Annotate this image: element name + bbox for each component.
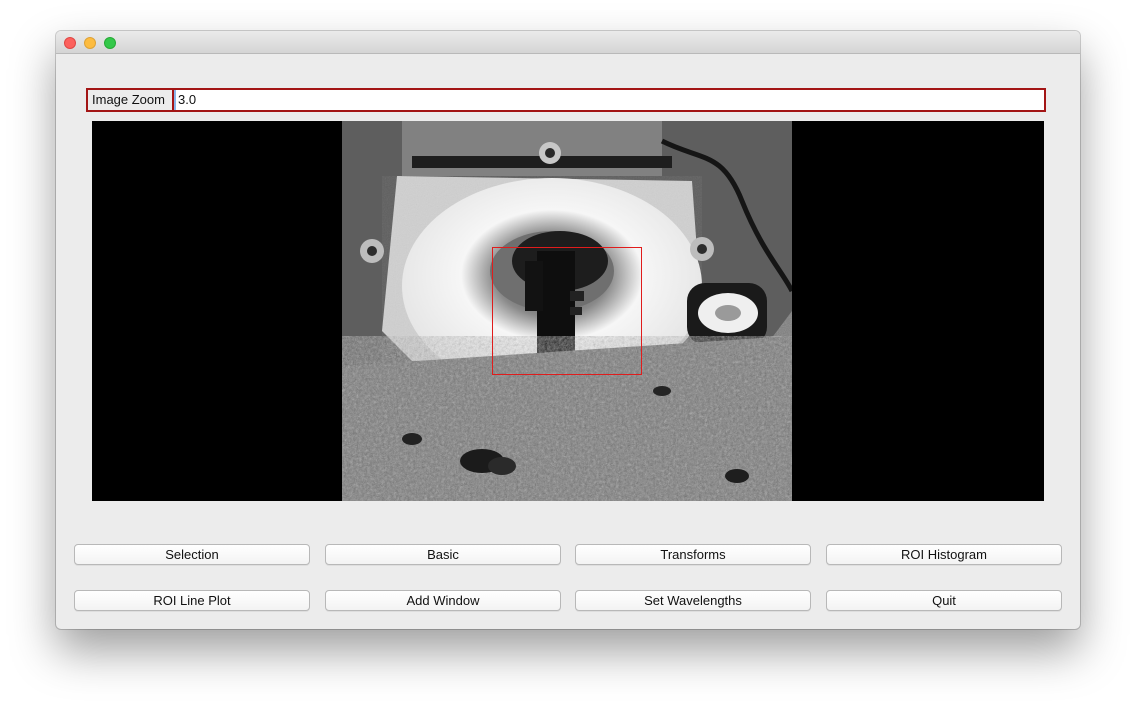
zoom-icon[interactable] [104, 37, 116, 49]
title-bar[interactable] [56, 31, 1080, 54]
image-zoom-row: Image Zoom [86, 88, 1046, 112]
basic-button[interactable]: Basic [325, 544, 561, 565]
roi-histogram-button[interactable]: ROI Histogram [826, 544, 1062, 565]
image-zoom-input[interactable] [174, 90, 1044, 110]
roi-line-plot-button[interactable]: ROI Line Plot [74, 590, 310, 611]
image-zoom-label: Image Zoom [88, 90, 174, 110]
transforms-button[interactable]: Transforms [575, 544, 811, 565]
image-viewer[interactable] [92, 121, 1044, 501]
add-window-button[interactable]: Add Window [325, 590, 561, 611]
quit-button[interactable]: Quit [826, 590, 1062, 611]
minimize-icon[interactable] [84, 37, 96, 49]
roi-selection-box[interactable] [492, 247, 642, 375]
set-wavelengths-button[interactable]: Set Wavelengths [575, 590, 811, 611]
close-icon[interactable] [64, 37, 76, 49]
app-window: Image Zoom 3.0 Selection Basic Transform… [56, 31, 1080, 629]
selection-button[interactable]: Selection [74, 544, 310, 565]
